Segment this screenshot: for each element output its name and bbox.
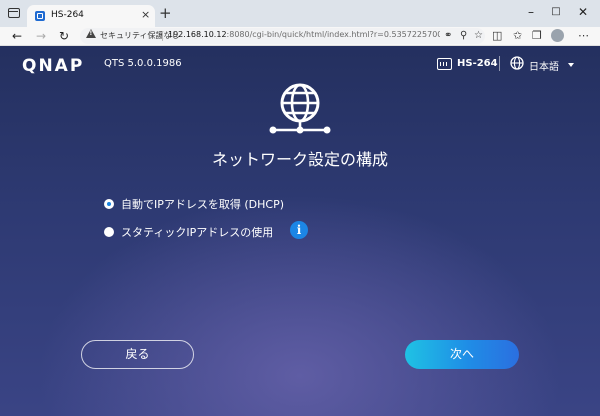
url-path: :8080/cgi-bin/quick/html/index.html?r=0.… bbox=[226, 30, 440, 39]
profile-icon[interactable] bbox=[551, 29, 564, 42]
language-selector[interactable]: 日本語 bbox=[529, 58, 559, 73]
window-menu-icon[interactable] bbox=[8, 8, 20, 18]
tab-title: HS-264 bbox=[51, 10, 84, 20]
browser-tab[interactable]: HS-264 × bbox=[27, 5, 155, 27]
page-title: ネットワーク設定の構成 bbox=[211, 150, 388, 169]
new-tab-button[interactable]: + bbox=[159, 4, 172, 22]
static-ip-radio[interactable] bbox=[104, 227, 114, 237]
key-icon[interactable]: ⚭ bbox=[444, 29, 452, 43]
brand-text: QNAP bbox=[22, 56, 84, 74]
qnap-logo: QNAP bbox=[22, 56, 84, 74]
forward-icon[interactable]: → bbox=[36, 28, 46, 44]
network-globe-icon bbox=[269, 83, 331, 134]
back-button[interactable]: 戻る bbox=[81, 340, 194, 369]
reload-icon[interactable]: ↻ bbox=[59, 28, 69, 44]
split-screen-icon[interactable]: ◫ bbox=[492, 28, 502, 44]
header-divider bbox=[499, 56, 500, 71]
menu-icon[interactable]: ⋯ bbox=[578, 28, 589, 44]
browser-window: HS-264 × + – □ ✕ ← → ↻ セキュリティ保護なし 192.16… bbox=[0, 0, 600, 416]
setup-page: QNAP QTS 5.0.0.1986 HS-264 日本語 ネットワーク設定の… bbox=[0, 46, 600, 416]
minimize-icon[interactable]: – bbox=[520, 3, 542, 21]
address-separator bbox=[162, 31, 163, 41]
device-name: HS-264 bbox=[457, 58, 498, 69]
address-bar[interactable]: セキュリティ保護なし 192.168.10.12:8080/cgi-bin/qu… bbox=[80, 28, 485, 44]
tab-favicon bbox=[35, 11, 45, 21]
info-icon[interactable]: i bbox=[290, 221, 308, 239]
favorites-list-icon[interactable]: ✩ bbox=[513, 28, 522, 44]
next-button[interactable]: 次へ bbox=[405, 340, 519, 369]
favorite-icon[interactable]: ☆ bbox=[474, 29, 483, 43]
back-icon[interactable]: ← bbox=[12, 28, 22, 44]
static-ip-label[interactable]: スタティックIPアドレスの使用 bbox=[121, 224, 273, 240]
close-icon[interactable]: ✕ bbox=[572, 3, 594, 21]
device-icon bbox=[437, 58, 452, 70]
tab-close-icon[interactable]: × bbox=[141, 8, 150, 22]
url-host: 192.168.10.12 bbox=[168, 30, 227, 39]
url-text[interactable]: 192.168.10.12:8080/cgi-bin/quick/html/in… bbox=[168, 30, 440, 39]
tab-strip: HS-264 × + – □ ✕ bbox=[0, 0, 600, 27]
dhcp-radio[interactable] bbox=[104, 199, 114, 209]
collections-icon[interactable]: ❐ bbox=[532, 28, 542, 44]
warning-icon[interactable] bbox=[86, 29, 96, 38]
zoom-icon[interactable]: ⚲ bbox=[460, 29, 467, 43]
browser-toolbar: ← → ↻ セキュリティ保護なし 192.168.10.12:8080/cgi-… bbox=[0, 27, 600, 46]
maximize-icon[interactable]: □ bbox=[545, 3, 567, 21]
os-version: QTS 5.0.0.1986 bbox=[104, 58, 182, 69]
language-globe-icon[interactable] bbox=[510, 56, 524, 70]
dhcp-label[interactable]: 自動でIPアドレスを取得 (DHCP) bbox=[121, 196, 284, 212]
chevron-down-icon[interactable] bbox=[568, 63, 574, 67]
